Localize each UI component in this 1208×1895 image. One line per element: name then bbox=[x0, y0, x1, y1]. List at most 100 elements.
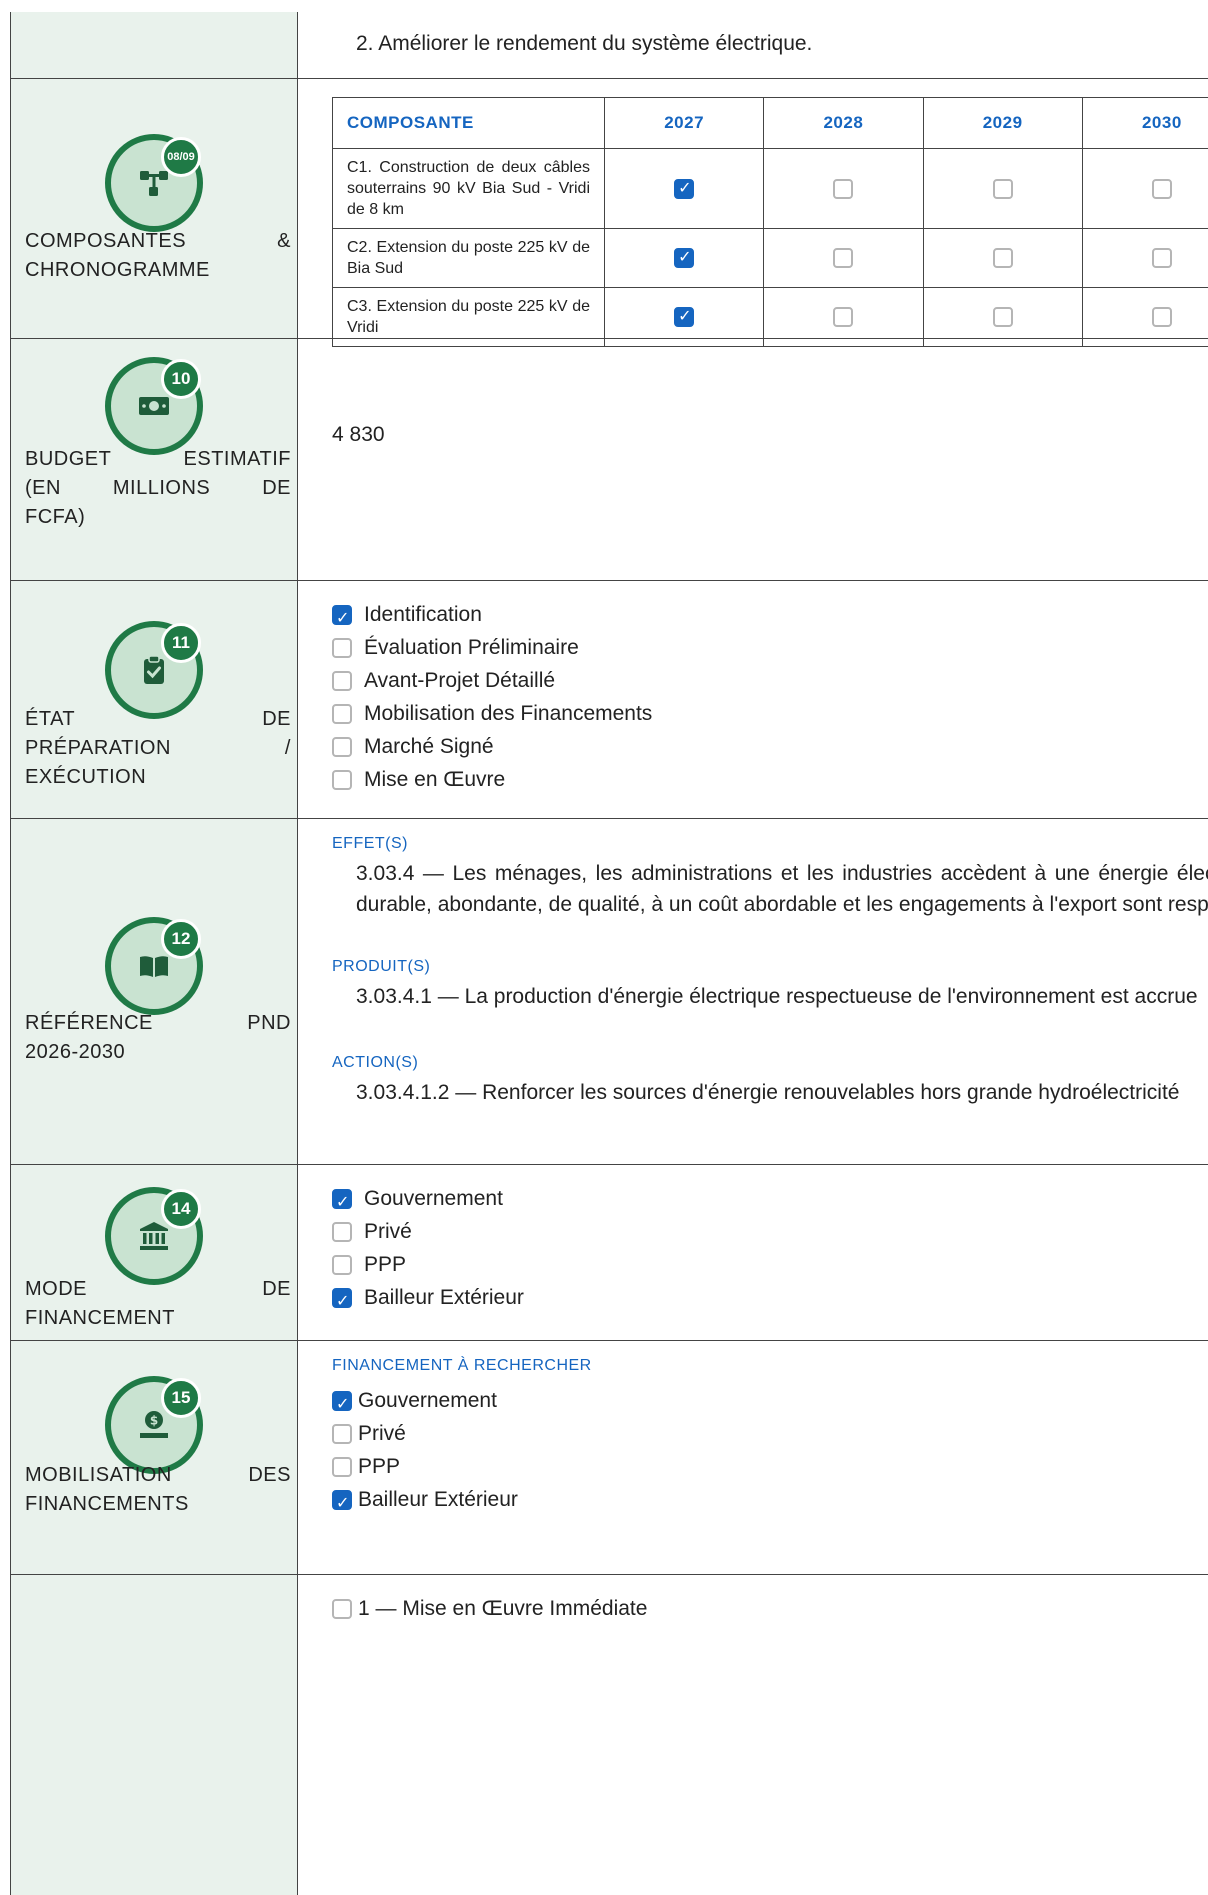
checkbox[interactable] bbox=[332, 1287, 352, 1315]
year-checkbox[interactable] bbox=[1151, 178, 1172, 199]
svg-text:$: $ bbox=[150, 1414, 158, 1428]
mobilisation-label: MOBILISATION DES FINANCEMENTS bbox=[25, 1464, 291, 1515]
mobilisation-options: FINANCEMENT À RECHERCHER Gouvernement Pr… bbox=[298, 1341, 1208, 1574]
option-label: Bailleur Extérieur bbox=[364, 1286, 524, 1309]
checkbox[interactable] bbox=[332, 1599, 352, 1620]
table-row: C1. Construction de deux câbles souterra… bbox=[332, 148, 1208, 229]
checkbox[interactable] bbox=[332, 638, 352, 659]
component-name: C1. Construction de deux câbles souterra… bbox=[332, 148, 605, 229]
option-label: Privé bbox=[358, 1422, 406, 1445]
components-table: COMPOSANTE 2027 2028 2029 2030 C1. Const… bbox=[332, 97, 1208, 347]
state-label: ÉTAT DE PRÉPARATION / EXÉCUTION bbox=[25, 708, 291, 788]
budget-value: 4 830 bbox=[332, 423, 385, 446]
financing-mode-row: 14 MODE DE FINANCEMENT Gouvernement Priv… bbox=[10, 1164, 1208, 1340]
checkbox[interactable] bbox=[332, 1222, 352, 1243]
year-checkbox[interactable] bbox=[1151, 307, 1172, 327]
option-label: 1 — Mise en Œuvre Immédiate bbox=[358, 1597, 648, 1620]
banknote-icon bbox=[139, 397, 169, 415]
option-label: Gouvernement bbox=[358, 1389, 497, 1412]
actions-text: 3.03.4.1.2 — Renforcer les sources d'éne… bbox=[356, 1081, 1180, 1104]
budget-label: BUDGET ESTIMATIF (EN MILLIONS DE FCFA) bbox=[25, 448, 291, 528]
reference-content: EFFET(S) 3.03.4 — Les ménages, les admin… bbox=[298, 819, 1208, 1164]
checkbox[interactable] bbox=[332, 1424, 352, 1445]
column-header-year: 2028 bbox=[763, 97, 924, 149]
option-mise-en-oeuvre[interactable]: Mise en Œuvre bbox=[332, 766, 505, 794]
checkbox[interactable] bbox=[332, 770, 352, 791]
priority-options: 1 — Mise en Œuvre Immédiate bbox=[298, 1575, 1208, 1895]
flow-nodes-icon bbox=[140, 171, 168, 196]
option-avant-projet[interactable]: Avant-Projet Détaillé bbox=[332, 667, 555, 695]
year-checkbox[interactable] bbox=[674, 178, 695, 199]
year-checkbox[interactable] bbox=[833, 248, 854, 268]
option-prive[interactable]: Privé bbox=[332, 1420, 406, 1448]
checkbox[interactable] bbox=[332, 604, 352, 632]
option-gouvernement[interactable]: Gouvernement bbox=[332, 1185, 503, 1216]
mobilisation-number: 15 bbox=[161, 1378, 201, 1418]
option-label: Évaluation Préliminaire bbox=[364, 636, 579, 659]
project-sheet: 2. Améliorer le rendement du système éle… bbox=[10, 12, 1208, 1895]
objective-right-cell: 2. Améliorer le rendement du système éle… bbox=[298, 12, 1208, 78]
column-header-year: 2029 bbox=[922, 97, 1083, 149]
option-label: PPP bbox=[358, 1455, 401, 1478]
year-checkbox[interactable] bbox=[833, 178, 854, 199]
objective-text: 2. Améliorer le rendement du système éle… bbox=[356, 32, 813, 55]
year-checkbox[interactable] bbox=[674, 306, 695, 327]
actions-title: ACTION(S) bbox=[332, 1054, 419, 1071]
option-label: Mise en Œuvre bbox=[364, 768, 506, 791]
checkbox[interactable] bbox=[332, 1489, 352, 1517]
option-prive[interactable]: Privé bbox=[332, 1218, 412, 1246]
clipboard-check-icon bbox=[144, 655, 164, 684]
year-checkbox[interactable] bbox=[1151, 248, 1172, 268]
effects-text: 3.03.4 — Les ménages, les administration… bbox=[356, 862, 1208, 916]
checkbox[interactable] bbox=[332, 1255, 352, 1276]
table-header-row: COMPOSANTE 2027 2028 2029 2030 bbox=[332, 97, 1208, 149]
mobilisation-row: $ 15 MOBILISATION DES FINANCEMENTS FINAN… bbox=[10, 1340, 1208, 1574]
financing-mode-number: 14 bbox=[161, 1189, 201, 1229]
option-identification[interactable]: Identification bbox=[332, 601, 482, 632]
option-ppp[interactable]: PPP bbox=[332, 1453, 400, 1481]
option-ppp[interactable]: PPP bbox=[332, 1251, 406, 1279]
components-content: COMPOSANTE 2027 2028 2029 2030 C1. Const… bbox=[298, 79, 1208, 347]
checkbox[interactable] bbox=[332, 671, 352, 692]
year-checkbox[interactable] bbox=[992, 307, 1013, 327]
option-bailleur[interactable]: Bailleur Extérieur bbox=[332, 1284, 524, 1315]
checkbox[interactable] bbox=[332, 704, 352, 725]
checkbox[interactable] bbox=[332, 1390, 352, 1418]
financing-mode-label-cell: 14 MODE DE FINANCEMENT bbox=[10, 1165, 298, 1340]
option-label: Identification bbox=[364, 603, 482, 626]
checkbox[interactable] bbox=[332, 1457, 352, 1478]
hand-coin-icon: $ bbox=[140, 1411, 168, 1438]
open-book-icon bbox=[140, 956, 168, 977]
year-checkbox[interactable] bbox=[992, 248, 1013, 268]
components-number: 08/09 bbox=[161, 137, 201, 177]
option-label: Avant-Projet Détaillé bbox=[364, 669, 556, 692]
mobilisation-label-cell: $ 15 MOBILISATION DES FINANCEMENTS bbox=[10, 1341, 298, 1574]
checkbox[interactable] bbox=[332, 1188, 352, 1216]
priority-label-cell bbox=[10, 1575, 298, 1895]
column-header-year: 2030 bbox=[1081, 97, 1208, 149]
budget-number: 10 bbox=[161, 359, 201, 399]
option-gouvernement[interactable]: Gouvernement bbox=[332, 1387, 497, 1418]
option-evaluation[interactable]: Évaluation Préliminaire bbox=[332, 634, 579, 662]
option-label: Privé bbox=[364, 1220, 412, 1243]
option-label: Bailleur Extérieur bbox=[358, 1488, 518, 1511]
option-bailleur[interactable]: Bailleur Extérieur bbox=[332, 1486, 518, 1517]
state-label-cell: 11 ÉTAT DE PRÉPARATION / EXÉCUTION bbox=[10, 581, 298, 818]
budget-label-cell: 10 BUDGET ESTIMATIF (EN MILLIONS DE FCFA… bbox=[10, 339, 298, 580]
component-name: C2. Extension du poste 225 kV de Bia Sud bbox=[332, 228, 605, 288]
option-marche-signe[interactable]: Marché Signé bbox=[332, 733, 494, 761]
bank-icon bbox=[140, 1222, 168, 1250]
objective-row: 2. Améliorer le rendement du système éle… bbox=[10, 12, 1208, 78]
financing-mode-options: Gouvernement Privé PPP Bailleur Extérieu… bbox=[298, 1165, 1208, 1340]
year-checkbox[interactable] bbox=[833, 307, 854, 327]
checkbox[interactable] bbox=[332, 737, 352, 758]
year-checkbox[interactable] bbox=[674, 247, 695, 268]
products-title: PRODUIT(S) bbox=[332, 958, 431, 975]
components-label: COMPOSANTES & CHRONOGRAMME bbox=[25, 230, 291, 281]
year-checkbox[interactable] bbox=[992, 178, 1013, 199]
option-mobilisation[interactable]: Mobilisation des Financements bbox=[332, 700, 652, 728]
column-header-component: COMPOSANTE bbox=[332, 97, 605, 149]
option-label: Mobilisation des Financements bbox=[364, 702, 653, 725]
option-immediate[interactable]: 1 — Mise en Œuvre Immédiate bbox=[332, 1595, 647, 1623]
budget-row: 10 BUDGET ESTIMATIF (EN MILLIONS DE FCFA… bbox=[10, 338, 1208, 580]
